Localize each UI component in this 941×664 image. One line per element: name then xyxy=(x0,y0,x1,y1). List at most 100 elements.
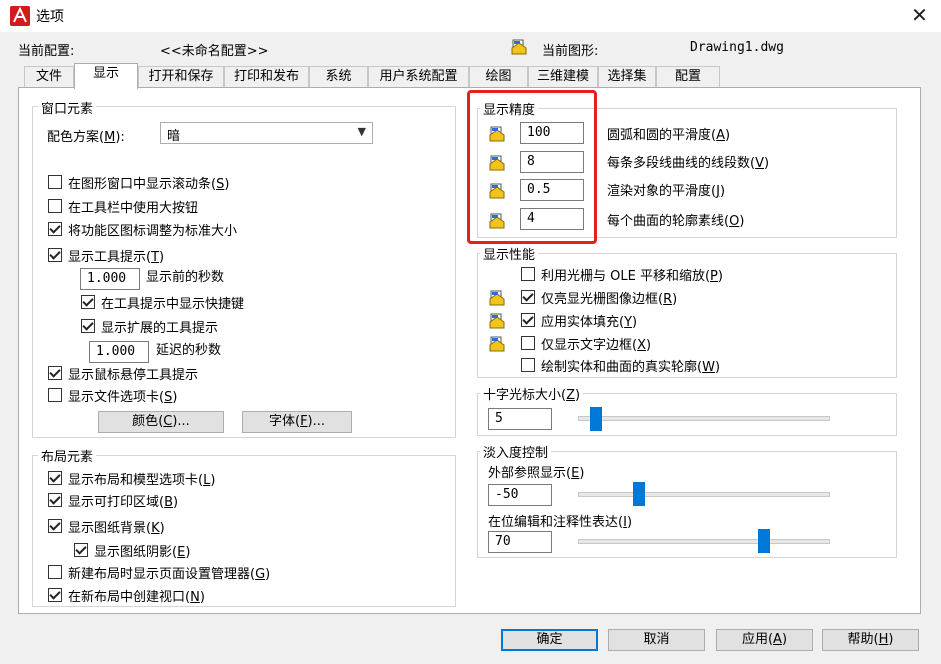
checkbox-highlight-raster-frame[interactable] xyxy=(521,290,535,304)
tooltip-delay-label: 显示前的秒数 xyxy=(146,270,225,285)
inplace-fade-slider-track[interactable] xyxy=(578,539,830,544)
checkbox-paper-shadow[interactable] xyxy=(74,543,88,557)
ok-button[interactable]: 确定 xyxy=(501,629,598,651)
help-button[interactable]: 帮助(H) xyxy=(822,629,919,651)
checkbox-layout-model-tabs[interactable] xyxy=(48,471,62,485)
text-boundary-label: 仅显示文字边框(X) xyxy=(541,338,652,353)
extended-tooltip-delay-input[interactable]: 1.000 xyxy=(89,341,149,363)
checkbox-text-boundary[interactable] xyxy=(521,336,535,350)
resize-ribbon-icons-label: 将功能区图标调整为标准大小 xyxy=(68,224,238,239)
checkbox-true-silhouettes[interactable] xyxy=(521,358,535,372)
checkbox-rollover-tooltips[interactable] xyxy=(48,366,62,380)
page-setup-manager-label: 新建布局时显示页面设置管理器(G) xyxy=(68,567,271,582)
inplace-fade-slider-thumb[interactable] xyxy=(758,529,770,553)
file-tabs-label: 显示文件选项卡(S) xyxy=(68,390,178,405)
extended-tooltip-delay-label: 延迟的秒数 xyxy=(156,343,222,358)
render-smoothness-label: 渲染对象的平滑度(J) xyxy=(607,184,726,199)
checkbox-show-shortcut-keys[interactable] xyxy=(81,295,95,309)
color-scheme-label: 配色方案(M): xyxy=(47,130,125,145)
cancel-button[interactable]: 取消 xyxy=(608,629,705,651)
drawing-saved-icon xyxy=(489,183,505,199)
tooltip-delay-input[interactable]: 1.000 xyxy=(80,268,140,290)
tab-display[interactable]: 显示 xyxy=(74,63,138,89)
display-resolution-title: 显示精度 xyxy=(480,99,539,118)
polyline-segments-label: 每条多段线曲线的线段数(V) xyxy=(607,156,770,171)
checkbox-paper-background[interactable] xyxy=(48,519,62,533)
apply-button[interactable]: 应用(A) xyxy=(716,629,813,651)
tab-selection[interactable]: 选择集 xyxy=(598,66,656,87)
color-scheme-dropdown[interactable]: 暗 ▼ xyxy=(160,122,373,144)
checkbox-pan-zoom-raster-ole[interactable] xyxy=(521,267,535,281)
paper-shadow-label: 显示图纸阴影(E) xyxy=(94,545,191,560)
arc-smoothness-input[interactable]: 100 xyxy=(520,122,584,144)
drawing-saved-icon xyxy=(489,213,505,229)
chevron-down-icon: ▼ xyxy=(357,125,366,138)
fonts-button[interactable]: 字体(F)... xyxy=(242,411,352,433)
xref-fade-slider-track[interactable] xyxy=(578,492,830,497)
tab-profiles[interactable]: 配置 xyxy=(656,66,720,87)
tab-system[interactable]: 系统 xyxy=(309,66,368,87)
drawing-saved-icon xyxy=(489,313,505,329)
checkbox-show-tooltips[interactable] xyxy=(48,248,62,262)
display-performance-title: 显示性能 xyxy=(480,244,539,263)
checkbox-extended-tooltips[interactable] xyxy=(81,319,95,333)
layout-model-tabs-label: 显示布局和模型选项卡(L) xyxy=(68,473,216,488)
create-viewport-label: 在新布局中创建视口(N) xyxy=(68,590,205,605)
current-profile-value: <<未命名配置>> xyxy=(160,44,269,59)
true-silhouettes-label: 绘制实体和曲面的真实轮廓(W) xyxy=(541,360,721,375)
contour-lines-input[interactable]: 4 xyxy=(520,208,584,230)
fade-control-title: 淡入度控制 xyxy=(480,442,552,461)
large-buttons-label: 在工具栏中使用大按钮 xyxy=(68,201,199,216)
inplace-fade-input[interactable]: 70 xyxy=(488,531,552,553)
tab-files[interactable]: 文件 xyxy=(24,66,74,87)
paper-background-label: 显示图纸背景(K) xyxy=(68,521,165,536)
checkbox-file-tabs[interactable] xyxy=(48,388,62,402)
pan-zoom-raster-ole-label: 利用光栅与 OLE 平移和缩放(P) xyxy=(541,269,723,284)
current-profile-label: 当前配置: xyxy=(18,44,75,59)
show-tooltips-label: 显示工具提示(T) xyxy=(68,250,165,265)
crosshair-size-slider-track[interactable] xyxy=(578,416,830,421)
rollover-tooltips-label: 显示鼠标悬停工具提示 xyxy=(68,368,199,383)
colors-button[interactable]: 颜色(C)... xyxy=(98,411,224,433)
drawing-saved-icon xyxy=(489,290,505,306)
window-title: 选项 xyxy=(36,9,64,25)
crosshair-size-title: 十字光标大小(Z) xyxy=(480,384,584,403)
inplace-edit-label: 在位编辑和注释性表达(I) xyxy=(488,515,633,530)
tab-user-preferences[interactable]: 用户系统配置 xyxy=(368,66,469,87)
checkbox-resize-ribbon-icons[interactable] xyxy=(48,222,62,236)
crosshair-size-input[interactable]: 5 xyxy=(488,408,552,430)
xref-fade-slider-thumb[interactable] xyxy=(633,482,646,506)
tab-open-save[interactable]: 打开和保存 xyxy=(138,66,224,87)
tab-3d-modeling[interactable]: 三维建模 xyxy=(528,66,598,87)
xref-display-label: 外部参照显示(E) xyxy=(488,466,585,481)
title-bar xyxy=(0,0,941,32)
drawing-file-icon xyxy=(511,39,527,55)
current-drawing-label: 当前图形: xyxy=(542,44,599,59)
solid-fill-label: 应用实体填充(Y) xyxy=(541,315,638,330)
checkbox-create-viewport[interactable] xyxy=(48,588,62,602)
crosshair-size-slider-thumb[interactable] xyxy=(590,407,602,431)
contour-lines-label: 每个曲面的轮廓素线(O) xyxy=(607,214,745,229)
highlight-raster-frame-label: 仅亮显光栅图像边框(R) xyxy=(541,292,678,307)
layout-elements-title: 布局元素 xyxy=(38,446,97,465)
render-smoothness-input[interactable]: 0.5 xyxy=(520,179,584,201)
autocad-app-icon xyxy=(10,6,30,26)
show-shortcut-keys-label: 在工具提示中显示快捷键 xyxy=(101,297,245,312)
checkbox-show-scrollbars[interactable] xyxy=(48,175,62,189)
arc-smoothness-label: 圆弧和圆的平滑度(A) xyxy=(607,128,731,143)
drawing-saved-icon xyxy=(489,155,505,171)
tab-plot-publish[interactable]: 打印和发布 xyxy=(224,66,309,87)
checkbox-solid-fill[interactable] xyxy=(521,313,535,327)
xref-fade-input[interactable]: -50 xyxy=(488,484,552,506)
window-elements-title: 窗口元素 xyxy=(38,98,97,117)
drawing-saved-icon xyxy=(489,126,505,142)
polyline-segments-input[interactable]: 8 xyxy=(520,151,584,173)
tab-drafting[interactable]: 绘图 xyxy=(469,66,528,87)
checkbox-printable-area[interactable] xyxy=(48,493,62,507)
printable-area-label: 显示可打印区域(B) xyxy=(68,495,179,510)
checkbox-large-buttons[interactable] xyxy=(48,199,62,213)
close-icon[interactable]: ✕ xyxy=(898,0,941,32)
show-scrollbars-label: 在图形窗口中显示滚动条(S) xyxy=(68,177,230,192)
checkbox-page-setup-manager[interactable] xyxy=(48,565,62,579)
drawing-saved-icon xyxy=(489,336,505,352)
